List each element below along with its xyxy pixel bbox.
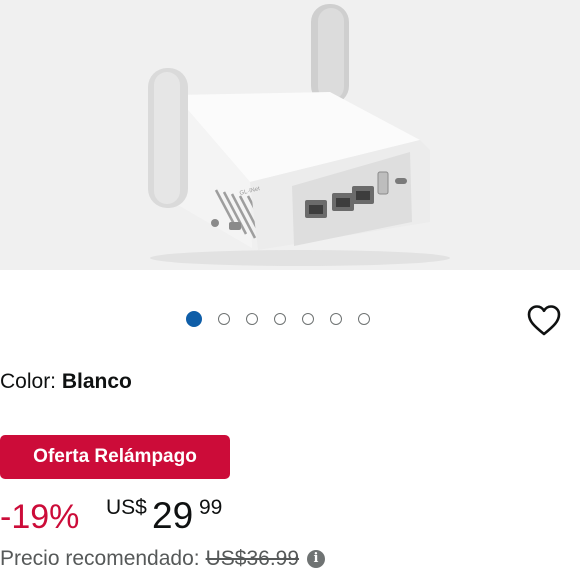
carousel-dot-2[interactable] xyxy=(218,313,230,325)
color-value: Blanco xyxy=(61,370,132,393)
color-variation: Color: Blanco xyxy=(0,369,132,395)
image-carousel-indicators[interactable] xyxy=(186,310,370,328)
carousel-dot-6[interactable] xyxy=(330,313,342,325)
price-fraction: 99 xyxy=(199,496,223,519)
price-whole: 29 xyxy=(152,495,194,536)
list-price-value: US$36.99 xyxy=(205,547,300,570)
carousel-dot-7[interactable] xyxy=(358,313,370,325)
carousel-dot-5[interactable] xyxy=(302,313,314,325)
carousel-dot-3[interactable] xyxy=(246,313,258,325)
product-image[interactable]: GL·iNet xyxy=(0,0,580,270)
carousel-dot-4[interactable] xyxy=(274,313,286,325)
carousel-dot-1[interactable] xyxy=(186,311,202,327)
info-icon[interactable]: i xyxy=(307,550,326,568)
router-illustration: GL·iNet xyxy=(148,4,450,266)
price-block: -19% US$ 29 99 xyxy=(0,494,400,538)
color-label: Color: xyxy=(0,370,57,393)
list-price: Precio recomendado: US$36.99 i xyxy=(0,546,326,572)
discount-percent: -19% xyxy=(0,498,80,536)
list-price-label: Precio recomendado: xyxy=(0,547,200,570)
heart-outline-icon[interactable] xyxy=(526,303,562,337)
lightning-deal-badge: Oferta Relámpago xyxy=(0,435,230,479)
price-currency: US$ xyxy=(106,496,147,519)
